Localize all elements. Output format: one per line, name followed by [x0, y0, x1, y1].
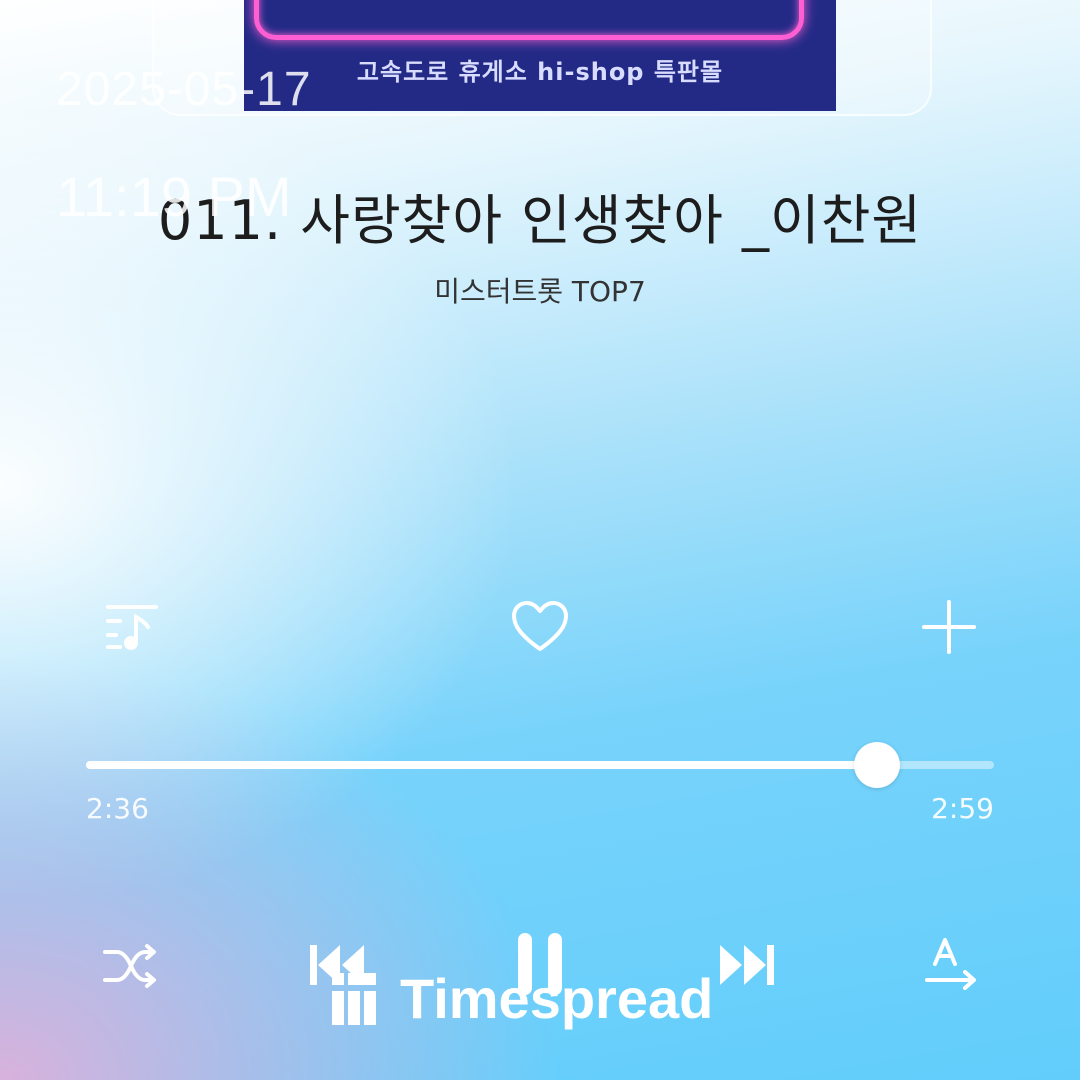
- plus-icon: [922, 600, 976, 654]
- shuffle-icon: [103, 944, 156, 988]
- add-to-playlist-button[interactable]: [916, 596, 982, 658]
- heart-outline-icon: [512, 601, 568, 651]
- ad-neon-frame: [254, 0, 804, 40]
- watermark: Timespread: [330, 966, 713, 1031]
- shuffle-button[interactable]: [98, 936, 162, 996]
- track-artist: 미스터트롯 TOP7: [434, 275, 646, 308]
- progress-track[interactable]: [86, 742, 994, 788]
- progress-handle[interactable]: [854, 742, 901, 788]
- watermark-logo-icon: [332, 972, 376, 1025]
- ad-banner-text: 고속도로 휴게소 hi-shop 특판몰: [356, 58, 724, 86]
- playlist-music-icon: [106, 605, 158, 650]
- total-duration: 2:59: [931, 792, 994, 825]
- like-button[interactable]: [506, 596, 574, 656]
- overlay-date: 2025-05-17: [56, 63, 312, 116]
- watermark-text: Timespread: [400, 967, 714, 1030]
- elapsed-time: 2:36: [86, 792, 149, 825]
- ad-banner[interactable]: 고속도로 휴게소 hi-shop 특판몰: [244, 0, 836, 111]
- lyrics-button[interactable]: [918, 932, 984, 996]
- next-track-button[interactable]: [712, 934, 782, 996]
- playlist-button[interactable]: [96, 594, 166, 658]
- progress-fill: [86, 761, 878, 769]
- overlay-time: 11:19 PM: [56, 165, 292, 228]
- lyrics-translate-icon: [925, 938, 976, 990]
- skip-next-icon: [720, 945, 774, 985]
